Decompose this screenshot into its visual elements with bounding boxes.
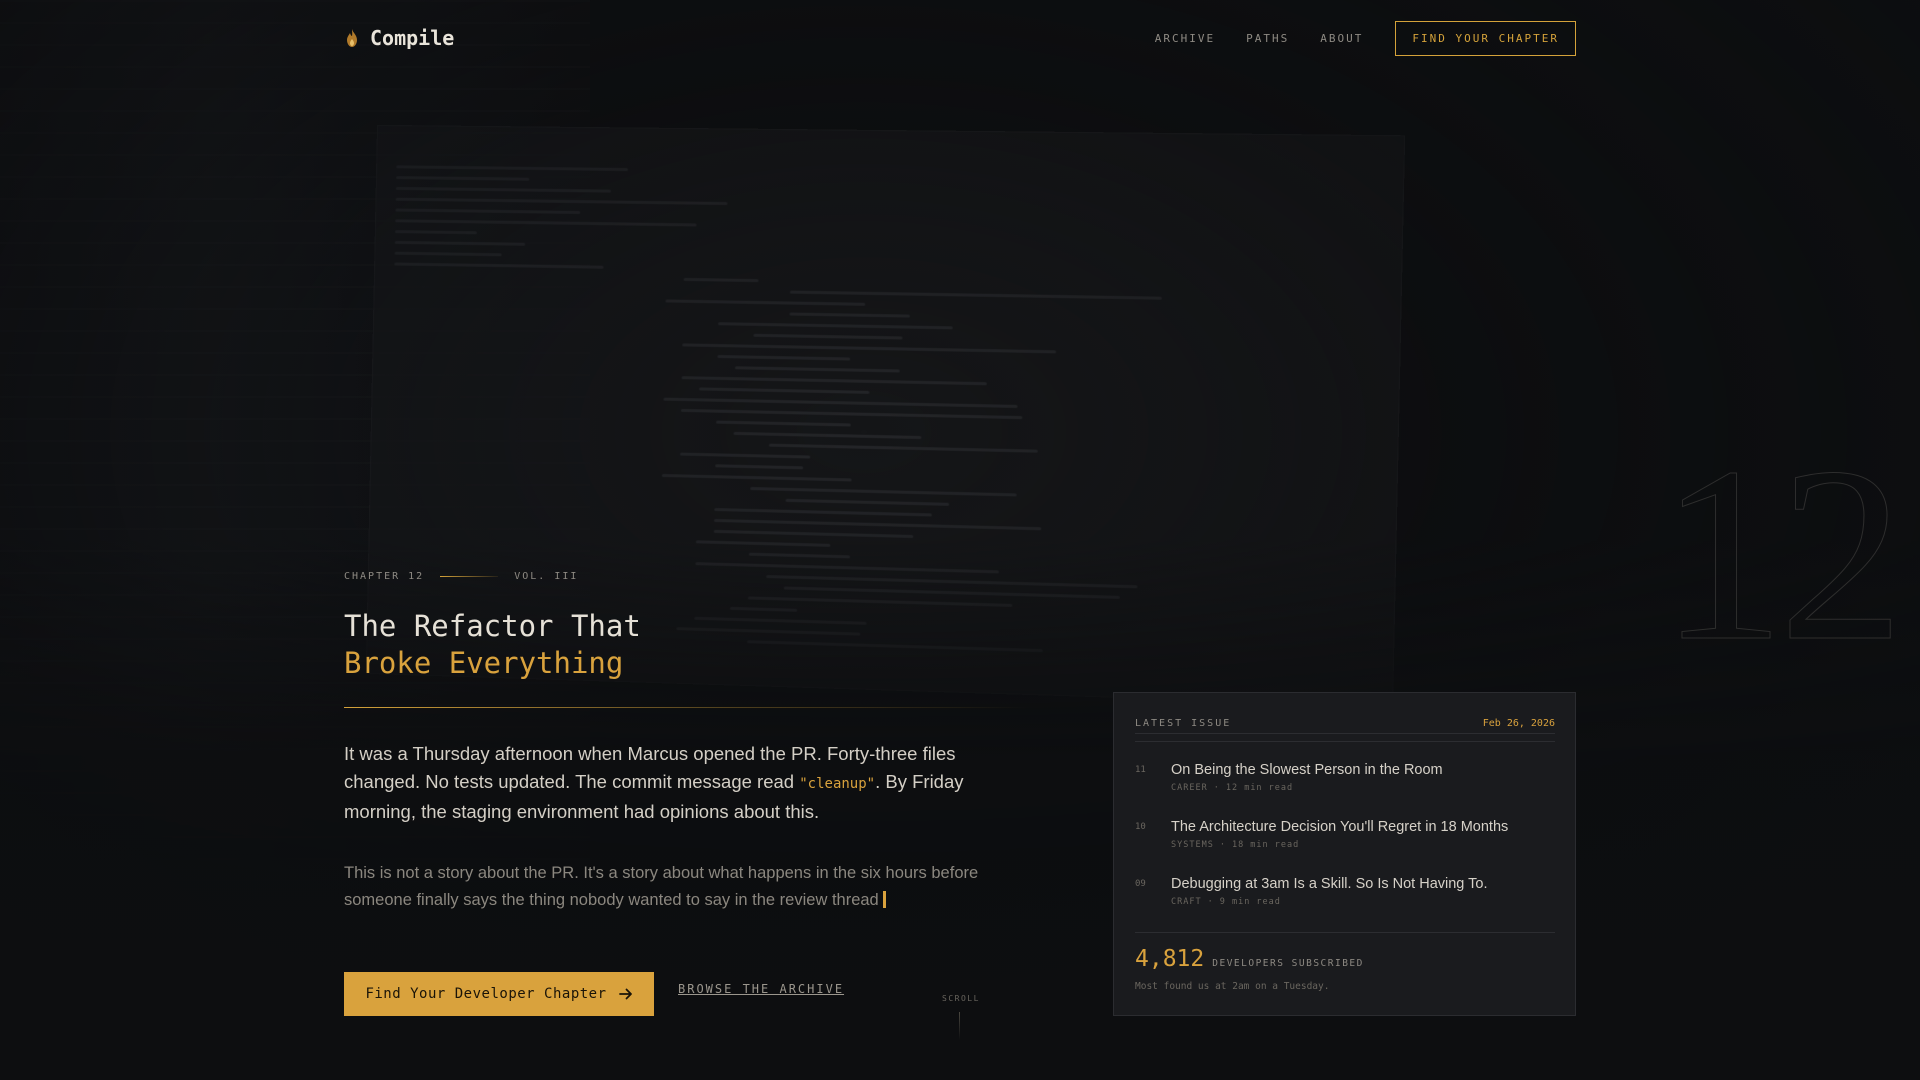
issue-meta: CAREER · 12 min read xyxy=(1171,783,1294,793)
hero-background xyxy=(0,0,1920,1080)
issue-meta: SYSTEMS · 18 min read xyxy=(1171,840,1300,850)
issue-item[interactable]: 10 The Architecture Decision You'll Regr… xyxy=(1135,818,1555,875)
chapter-big-number: 12 xyxy=(1660,416,1905,693)
card-divider xyxy=(1135,741,1555,742)
nav-about[interactable]: ABOUT xyxy=(1320,32,1363,45)
chapter-divider xyxy=(440,576,499,577)
issue-number: 09 xyxy=(1135,879,1146,889)
issue-title: Debugging at 3am Is a Skill. So Is Not H… xyxy=(1171,876,1488,892)
issue-number: 11 xyxy=(1135,765,1146,775)
arrow-right-icon xyxy=(618,988,632,1000)
find-your-chapter-button[interactable]: FIND YOUR CHAPTER xyxy=(1395,20,1576,56)
title-divider xyxy=(344,707,1029,708)
card-divider xyxy=(1135,932,1555,933)
chapter-meta: CHAPTER 12 VOL. III xyxy=(344,571,578,582)
typing-caret xyxy=(882,891,886,908)
scroll-indicator-line xyxy=(959,1012,960,1040)
issue-read-time: 18 min read xyxy=(1231,840,1300,850)
flame-icon xyxy=(347,29,357,47)
issue-title: The Architecture Decision You'll Regret … xyxy=(1171,819,1509,835)
issue-read-time: 12 min read xyxy=(1225,783,1294,793)
subscriber-label: DEVELOPERS SUBSCRIBED xyxy=(1212,958,1364,969)
issue-title: On Being the Slowest Person in the Room xyxy=(1171,762,1443,778)
nav-archive[interactable]: ARCHIVE xyxy=(1155,32,1215,45)
title-line-2: Broke Everything xyxy=(344,646,624,680)
latest-issue-date: Feb 26, 2026 xyxy=(1482,718,1555,729)
issue-tag: CAREER xyxy=(1171,783,1208,793)
brand-name: Compile xyxy=(370,26,455,50)
latest-issue-header: LATEST ISSUE Feb 26, 2026 xyxy=(1135,714,1555,734)
browse-archive-link[interactable]: BROWSE THE ARCHIVE xyxy=(678,982,844,996)
brand-logo[interactable]: Compile xyxy=(344,26,454,50)
main-nav: ARCHIVE PATHS ABOUT FIND YOUR CHAPTER xyxy=(1155,20,1576,56)
latest-issue-card: LATEST ISSUE Feb 26, 2026 11 On Being th… xyxy=(1113,692,1576,1016)
site-header: Compile ARCHIVE PATHS ABOUT FIND YOUR CH… xyxy=(344,20,1576,56)
subscriber-stats: 4,812 DEVELOPERS SUBSCRIBED xyxy=(1135,946,1364,972)
chapter-label: CHAPTER 12 xyxy=(344,571,425,582)
issue-meta: CRAFT · 9 min read xyxy=(1171,897,1281,907)
issue-read-time: 9 min read xyxy=(1219,897,1281,907)
primary-cta-label: Find Your Developer Chapter xyxy=(365,986,607,1002)
issue-number: 10 xyxy=(1135,822,1146,832)
issue-item[interactable]: 09 Debugging at 3am Is a Skill. So Is No… xyxy=(1135,875,1555,932)
issue-tag: CRAFT xyxy=(1171,897,1202,907)
issue-item[interactable]: 11 On Being the Slowest Person in the Ro… xyxy=(1135,761,1555,818)
find-developer-chapter-button[interactable]: Find Your Developer Chapter xyxy=(344,972,654,1016)
title-line-1: The Refactor That xyxy=(344,609,641,643)
latest-issue-label: LATEST ISSUE xyxy=(1135,718,1232,729)
subscriber-count: 4,812 xyxy=(1135,946,1205,972)
lead-paragraph: It was a Thursday afternoon when Marcus … xyxy=(344,740,1034,826)
issue-list: 11 On Being the Slowest Person in the Ro… xyxy=(1135,761,1555,932)
page-title: The Refactor That Broke Everything xyxy=(344,608,641,682)
subscriber-note: Most found us at 2am on a Tuesday. xyxy=(1135,981,1330,992)
volume-label: VOL. III xyxy=(514,571,579,582)
scroll-hint[interactable]: SCROLL xyxy=(942,994,978,1003)
issue-tag: SYSTEMS xyxy=(1171,840,1214,850)
commit-message-code: "cleanup" xyxy=(799,776,876,792)
nav-paths[interactable]: PATHS xyxy=(1246,32,1289,45)
sub-paragraph: This is not a story about the PR. It's a… xyxy=(344,860,1034,914)
